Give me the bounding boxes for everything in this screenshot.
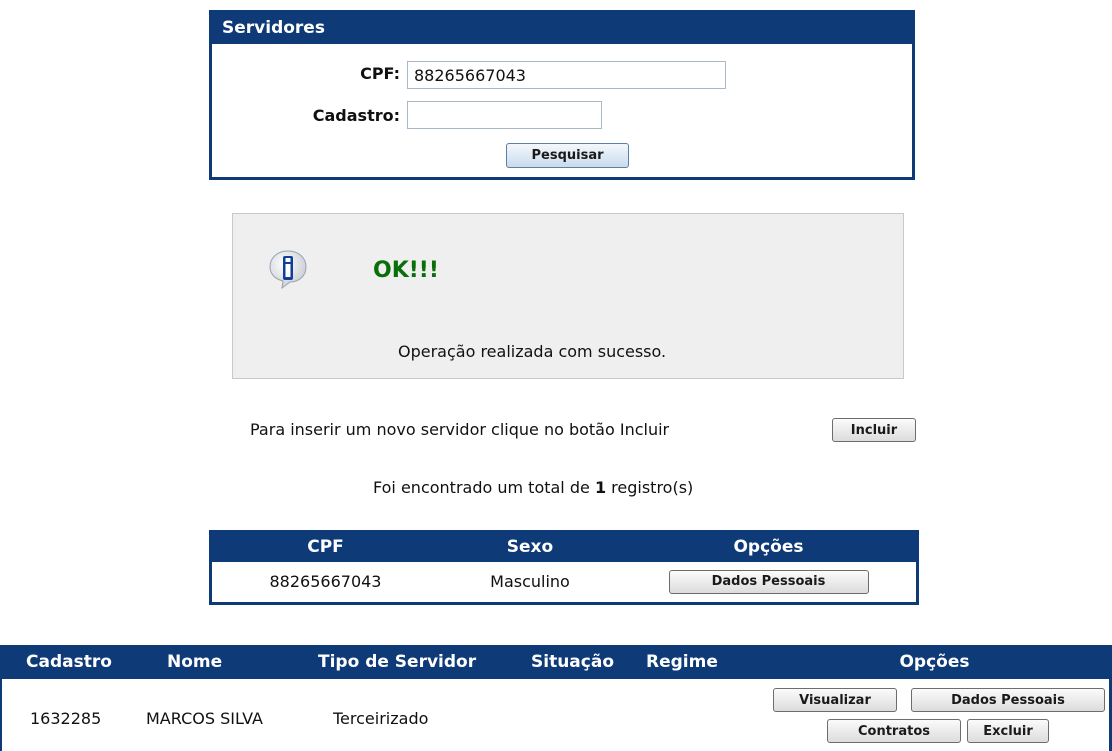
results-prefix: Foi encontrado um total de bbox=[373, 478, 590, 497]
table-header-row: CPF Sexo Opções bbox=[210, 531, 918, 562]
table-header-row: Cadastro Nome Tipo de Servidor Situação … bbox=[0, 645, 1112, 679]
cpf-label: CPF: bbox=[360, 64, 400, 83]
column-header-regime: Regime bbox=[646, 645, 757, 679]
dados-pessoais-button[interactable]: Dados Pessoais bbox=[911, 688, 1105, 712]
cadastro-cell: 1632285 bbox=[30, 709, 102, 728]
message-title: OK!!! bbox=[373, 258, 439, 283]
column-header-tipo: Tipo de Servidor bbox=[318, 645, 531, 679]
cpf-cell: 88265667043 bbox=[269, 572, 382, 592]
column-header-sexo: Sexo bbox=[439, 531, 621, 562]
column-header-cadastro: Cadastro bbox=[0, 645, 167, 679]
table-row: 88265667043 Masculino Dados Pessoais bbox=[210, 561, 918, 604]
search-button[interactable]: Pesquisar bbox=[506, 143, 629, 168]
contratos-button[interactable]: Contratos bbox=[827, 719, 961, 743]
panel-title: Servidores bbox=[212, 13, 912, 44]
include-button[interactable]: Incluir bbox=[832, 418, 916, 442]
nome-cell: MARCOS SILVA bbox=[146, 709, 263, 728]
servidor-table: Cadastro Nome Tipo de Servidor Situação … bbox=[0, 645, 1112, 679]
results-number: 1 bbox=[594, 478, 607, 497]
results-suffix: registro(s) bbox=[611, 478, 694, 497]
column-header-opcoes: Opções bbox=[757, 645, 1112, 679]
info-icon bbox=[269, 250, 307, 289]
message-text: Operação realizada com sucesso. bbox=[398, 342, 667, 361]
column-header-opcoes: Opções bbox=[621, 531, 918, 562]
options-cell: Dados Pessoais bbox=[621, 562, 918, 604]
sexo-cell: Masculino bbox=[490, 572, 570, 592]
results-count: Foi encontrado um total de 1 registro(s) bbox=[373, 478, 693, 497]
include-instruction: Para inserir um novo servidor clique no … bbox=[250, 420, 670, 439]
column-header-cpf: CPF bbox=[210, 531, 439, 562]
column-header-nome: Nome bbox=[167, 645, 318, 679]
cpf-input[interactable] bbox=[407, 61, 726, 89]
tipo-cell: Terceirizado bbox=[333, 709, 429, 728]
column-header-situacao: Situação bbox=[531, 645, 646, 679]
cadastro-input[interactable] bbox=[407, 101, 602, 129]
visualizar-button[interactable]: Visualizar bbox=[773, 688, 897, 712]
excluir-button[interactable]: Excluir bbox=[967, 719, 1049, 743]
dados-pessoais-button[interactable]: Dados Pessoais bbox=[668, 569, 869, 594]
cpf-table: CPF Sexo Opções 88265667043 Masculino Da… bbox=[209, 530, 919, 605]
cadastro-label: Cadastro: bbox=[312, 106, 400, 125]
